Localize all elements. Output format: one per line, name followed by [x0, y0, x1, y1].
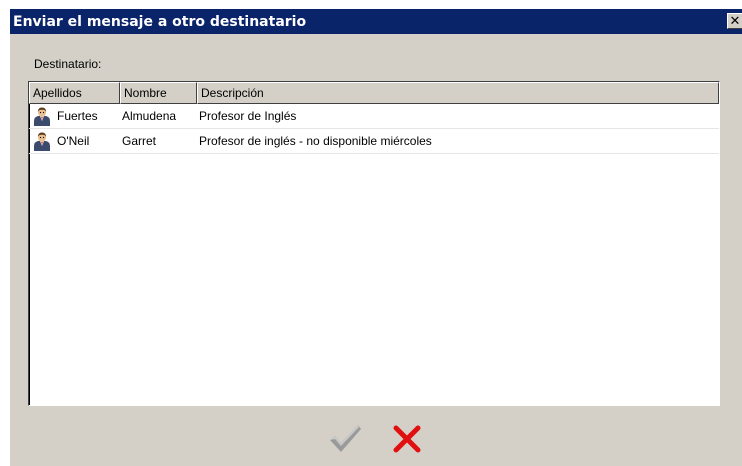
cell-apellidos: Fuertes [29, 104, 120, 128]
column-header-apellidos[interactable]: Apellidos [29, 82, 120, 104]
recipient-label: Destinatario: [34, 57, 102, 71]
cancel-button[interactable] [387, 419, 427, 459]
confirm-button[interactable] [325, 419, 365, 459]
apellidos-text: Fuertes [57, 109, 98, 123]
close-button[interactable]: ✕ [727, 13, 742, 29]
list-item[interactable]: Fuertes Almudena Profesor de Inglés [29, 104, 719, 129]
dialog-title: Enviar el mensaje a otro destinatario [13, 13, 307, 30]
person-icon [34, 107, 50, 126]
cell-descripcion: Profesor de inglés - no disponible miérc… [199, 134, 432, 148]
apellidos-text: O'Neil [57, 134, 90, 148]
cell-descripcion: Profesor de Inglés [199, 109, 297, 123]
person-icon [34, 132, 50, 151]
column-header-descripcion[interactable]: Descripción [197, 82, 719, 104]
checkmark-icon [330, 425, 361, 452]
list-header: Apellidos Nombre Descripción [29, 82, 719, 104]
dialog-window: Enviar el mensaje a otro destinatario ✕ … [9, 8, 742, 466]
x-icon [393, 425, 421, 453]
dialog-actions [10, 419, 742, 459]
cell-nombre: Garret [122, 134, 157, 148]
close-icon: ✕ [729, 13, 741, 29]
recipient-list[interactable]: Apellidos Nombre Descripción Fuertes Alm… [28, 81, 720, 406]
title-bar[interactable]: Enviar el mensaje a otro destinatario ✕ [10, 9, 742, 34]
column-header-nombre[interactable]: Nombre [120, 82, 197, 104]
list-item[interactable]: O'Neil Garret Profesor de inglés - no di… [29, 129, 719, 154]
cell-nombre: Almudena [122, 109, 177, 123]
cell-apellidos: O'Neil [29, 129, 120, 153]
